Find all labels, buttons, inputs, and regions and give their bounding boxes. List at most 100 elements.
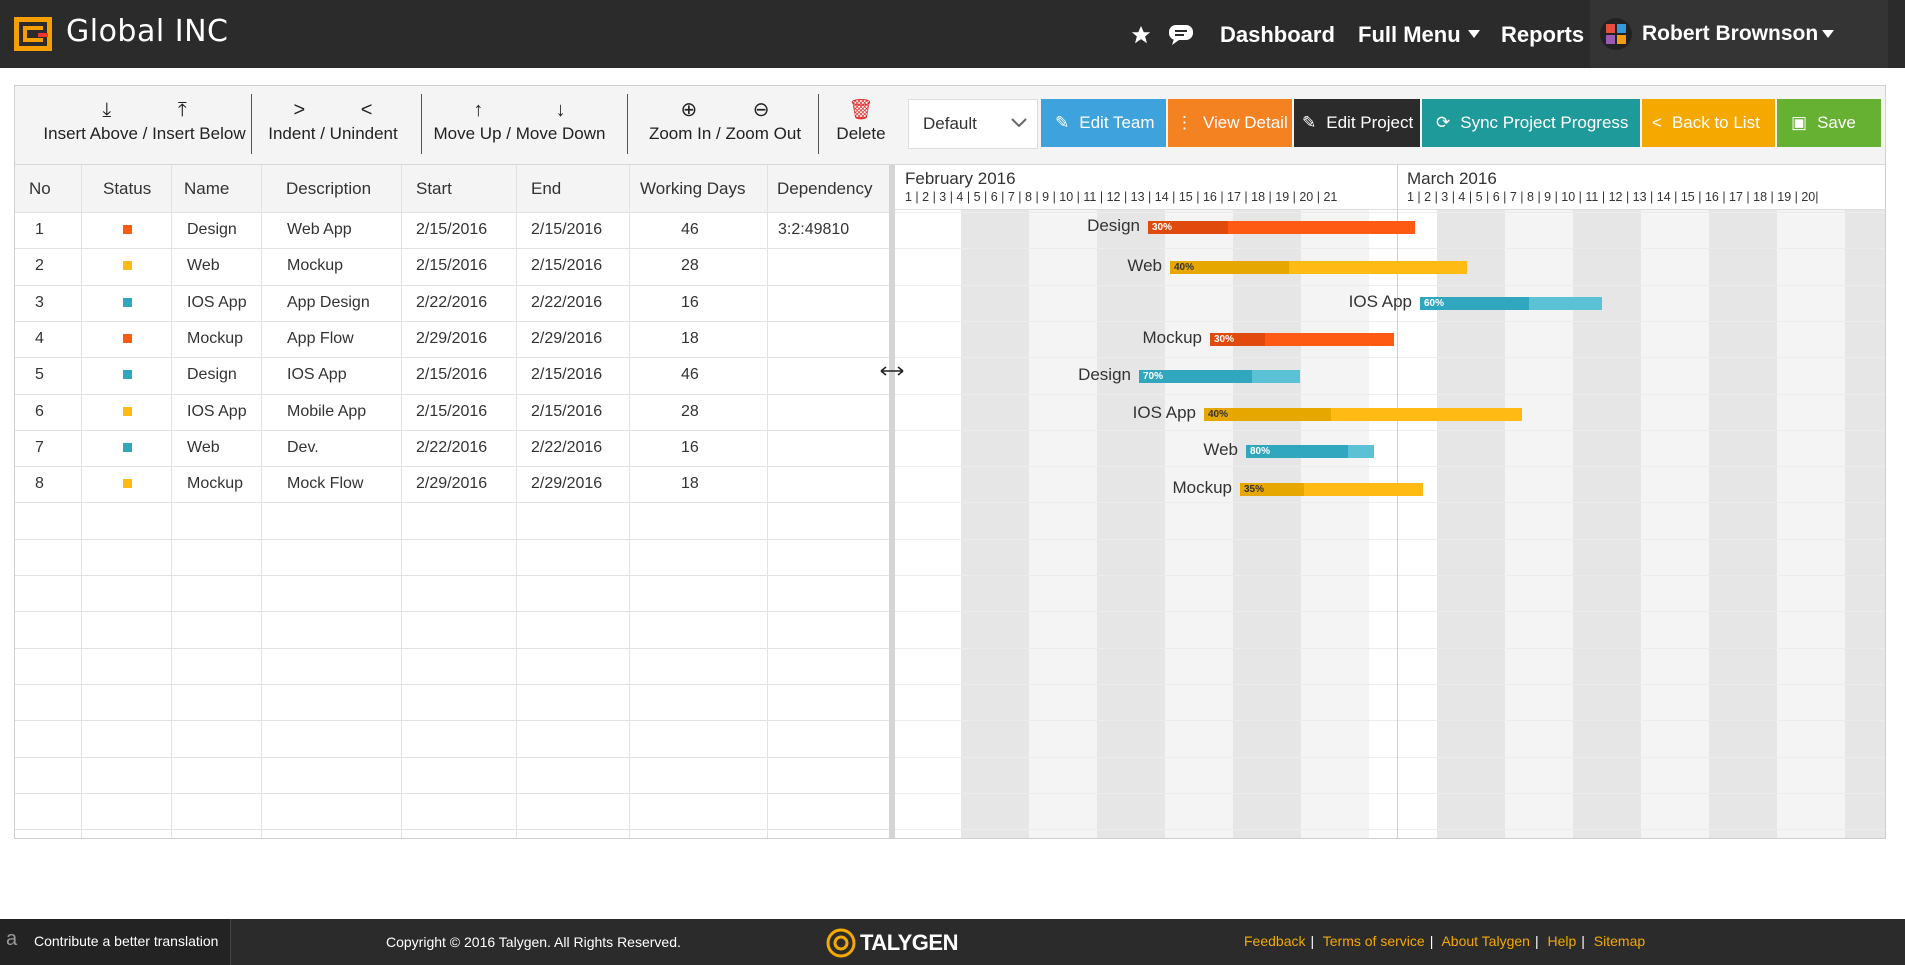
cell-name[interactable]: Web bbox=[187, 439, 220, 457]
col-description[interactable]: Description bbox=[286, 165, 372, 212]
cell-working-days[interactable]: 46 bbox=[681, 366, 699, 384]
nav-full-menu[interactable]: Full Menu bbox=[1358, 22, 1461, 48]
edit-team-button[interactable]: ✎ Edit Team bbox=[1041, 99, 1166, 147]
cell-description[interactable]: Mobile App bbox=[287, 403, 366, 421]
table-row[interactable]: 8 Mockup Mock Flow 2/29/2016 2/29/2016 18 bbox=[15, 466, 889, 502]
edit-project-button[interactable]: ✎ Edit Project bbox=[1294, 99, 1420, 147]
cell-working-days[interactable]: 18 bbox=[681, 475, 699, 493]
zoom-button[interactable]: ⊕ ⊖ Zoom In / Zoom Out bbox=[645, 96, 805, 144]
cell-working-days[interactable]: 28 bbox=[681, 257, 699, 275]
star-icon[interactable] bbox=[1130, 24, 1152, 46]
cell-end[interactable]: 2/29/2016 bbox=[531, 475, 602, 493]
cell-description[interactable]: App Flow bbox=[287, 330, 354, 348]
cell-name[interactable]: IOS App bbox=[187, 403, 247, 421]
cell-name[interactable]: Design bbox=[187, 221, 237, 239]
cell-start[interactable]: 2/15/2016 bbox=[416, 366, 487, 384]
table-row[interactable]: 2 Web Mockup 2/15/2016 2/15/2016 28 bbox=[15, 248, 889, 284]
cell-end[interactable]: 2/15/2016 bbox=[531, 403, 602, 421]
translation-box[interactable]: a Contribute a better translation bbox=[0, 919, 231, 965]
table-row[interactable]: 5 Design IOS App 2/15/2016 2/15/2016 46 bbox=[15, 357, 889, 393]
contribute-link[interactable]: Contribute a better translation bbox=[34, 933, 218, 949]
cell-start[interactable]: 2/22/2016 bbox=[416, 294, 487, 312]
col-start[interactable]: Start bbox=[416, 165, 452, 212]
col-name[interactable]: Name bbox=[184, 165, 230, 212]
table-row[interactable]: 7 Web Dev. 2/22/2016 2/22/2016 16 bbox=[15, 430, 889, 466]
cell-start[interactable]: 2/15/2016 bbox=[416, 403, 487, 421]
cell-no[interactable]: 8 bbox=[35, 475, 44, 493]
col-working-days[interactable]: Working Days bbox=[640, 165, 746, 212]
cell-name[interactable]: IOS App bbox=[187, 294, 247, 312]
cell-end[interactable]: 2/22/2016 bbox=[531, 439, 602, 457]
chevron-down-icon[interactable] bbox=[1468, 30, 1480, 38]
cell-name[interactable]: Mockup bbox=[187, 330, 243, 348]
move-button[interactable]: ↑ ↓ Move Up / Move Down bbox=[432, 96, 607, 144]
chat-icon[interactable] bbox=[1168, 24, 1194, 46]
cell-start[interactable]: 2/29/2016 bbox=[416, 475, 487, 493]
cell-dependency[interactable]: 3:2:49810 bbox=[778, 221, 849, 239]
col-end[interactable]: End bbox=[531, 165, 562, 212]
task-bar[interactable]: 80% bbox=[1246, 445, 1374, 458]
indent-button[interactable]: > < Indent / Unindent bbox=[263, 96, 403, 144]
table-row[interactable]: 6 IOS App Mobile App 2/15/2016 2/15/2016 28 bbox=[15, 394, 889, 430]
cell-no[interactable]: 1 bbox=[35, 221, 44, 239]
table-row[interactable]: 4 Mockup App Flow 2/29/2016 2/29/2016 18 bbox=[15, 321, 889, 357]
view-select[interactable]: Default bbox=[908, 99, 1038, 149]
task-bar[interactable]: 40% bbox=[1204, 408, 1522, 421]
cell-working-days[interactable]: 46 bbox=[681, 221, 699, 239]
cell-name[interactable]: Mockup bbox=[187, 475, 243, 493]
cell-end[interactable]: 2/29/2016 bbox=[531, 330, 602, 348]
cell-description[interactable]: Mock Flow bbox=[287, 475, 363, 493]
cell-start[interactable]: 2/22/2016 bbox=[416, 439, 487, 457]
insert-button[interactable]: ⤓ ⤒ Insert Above / Insert Below bbox=[27, 96, 262, 144]
view-detail-button[interactable]: ⋮ View Detail bbox=[1168, 99, 1292, 147]
cell-end[interactable]: 2/22/2016 bbox=[531, 294, 602, 312]
cell-name[interactable]: Design bbox=[187, 366, 237, 384]
footer-link-sitemap[interactable]: Sitemap bbox=[1594, 933, 1645, 949]
task-bar[interactable]: 30% bbox=[1210, 333, 1394, 346]
footer-link-terms[interactable]: Terms of service bbox=[1323, 933, 1425, 949]
cell-start[interactable]: 2/15/2016 bbox=[416, 221, 487, 239]
avatar[interactable] bbox=[1600, 18, 1632, 50]
table-row[interactable]: 1 Design Web App 2/15/2016 2/15/2016 46 3:2:49… bbox=[15, 212, 889, 248]
cell-description[interactable]: Dev. bbox=[287, 439, 319, 457]
task-bar[interactable]: 30% bbox=[1148, 221, 1415, 234]
cell-description[interactable]: Web App bbox=[287, 221, 352, 239]
save-button[interactable]: ▣ Save bbox=[1777, 99, 1881, 147]
col-status[interactable]: Status bbox=[103, 165, 152, 212]
cell-working-days[interactable]: 18 bbox=[681, 330, 699, 348]
cell-start[interactable]: 2/15/2016 bbox=[416, 257, 487, 275]
cell-no[interactable]: 4 bbox=[35, 330, 44, 348]
footer-link-about[interactable]: About Talygen bbox=[1441, 933, 1529, 949]
cell-no[interactable]: 7 bbox=[35, 439, 44, 457]
footer-link-feedback[interactable]: Feedback bbox=[1244, 933, 1305, 949]
cell-start[interactable]: 2/29/2016 bbox=[416, 330, 487, 348]
cell-working-days[interactable]: 28 bbox=[681, 403, 699, 421]
cell-name[interactable]: Web bbox=[187, 257, 220, 275]
delete-button[interactable]: 🗑 Delete bbox=[831, 96, 891, 144]
cell-end[interactable]: 2/15/2016 bbox=[531, 257, 602, 275]
task-bar[interactable]: 35% bbox=[1240, 483, 1423, 496]
footer-link-help[interactable]: Help bbox=[1547, 933, 1576, 949]
cell-end[interactable]: 2/15/2016 bbox=[531, 221, 602, 239]
back-to-list-button[interactable]: < Back to List bbox=[1642, 99, 1775, 147]
col-dependency[interactable]: Dependency bbox=[777, 165, 873, 212]
col-no[interactable]: No bbox=[29, 165, 51, 212]
cell-end[interactable]: 2/15/2016 bbox=[531, 366, 602, 384]
task-bar[interactable]: 70% bbox=[1139, 370, 1300, 383]
cell-no[interactable]: 2 bbox=[35, 257, 44, 275]
cell-description[interactable]: IOS App bbox=[287, 366, 347, 384]
cell-no[interactable]: 5 bbox=[35, 366, 44, 384]
chevron-down-icon[interactable] bbox=[1822, 30, 1834, 38]
cell-description[interactable]: Mockup bbox=[287, 257, 343, 275]
brand-name[interactable]: Global INC bbox=[66, 14, 228, 49]
cell-working-days[interactable]: 16 bbox=[681, 439, 699, 457]
nav-dashboard[interactable]: Dashboard bbox=[1220, 22, 1335, 48]
task-bar[interactable]: 40% bbox=[1170, 261, 1467, 274]
sync-progress-button[interactable]: ⟳ Sync Project Progress bbox=[1422, 99, 1640, 147]
cell-no[interactable]: 3 bbox=[35, 294, 44, 312]
cell-no[interactable]: 6 bbox=[35, 403, 44, 421]
cell-working-days[interactable]: 16 bbox=[681, 294, 699, 312]
task-bar[interactable]: 60% bbox=[1420, 297, 1602, 310]
nav-reports[interactable]: Reports bbox=[1501, 22, 1584, 48]
cell-description[interactable]: App Design bbox=[287, 294, 370, 312]
